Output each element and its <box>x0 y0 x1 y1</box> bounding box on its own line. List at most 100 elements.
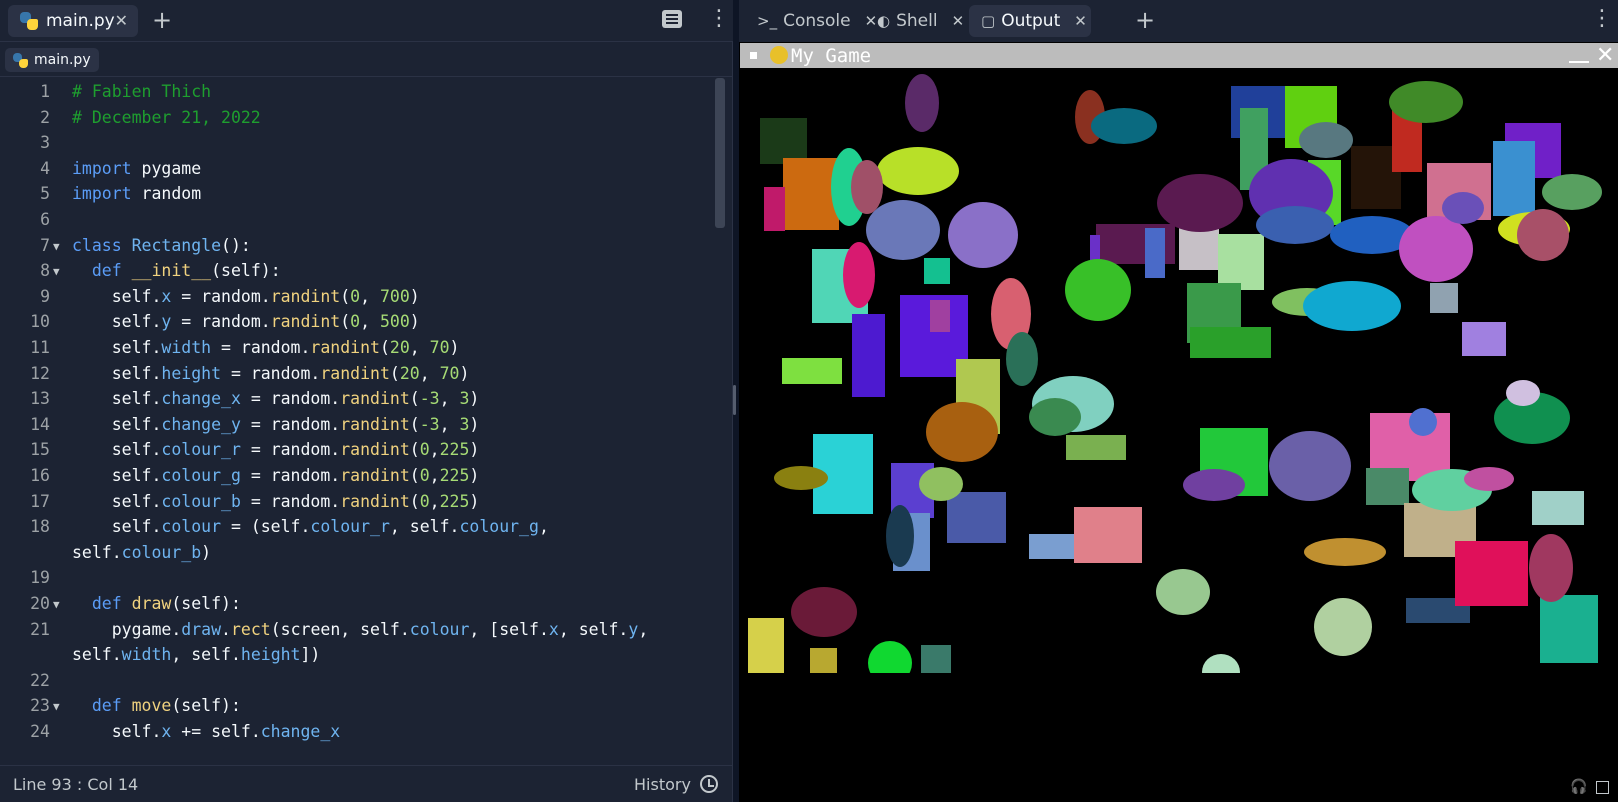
game-ellipse <box>1464 467 1514 491</box>
game-ellipse <box>926 402 998 462</box>
line-number: 3 <box>40 133 50 153</box>
code-line: self.change_x = random.randint(-3, 3) <box>72 389 480 409</box>
line-number: 12 <box>30 363 50 383</box>
breadcrumb-file[interactable]: main.py <box>5 48 99 72</box>
game-ellipse <box>1303 281 1401 331</box>
python-file-icon <box>20 12 38 30</box>
status-bar: Line 93 : Col 14 History <box>0 765 733 802</box>
game-rectangle <box>1430 283 1458 313</box>
tab-shell[interactable]: ◐ Shell ✕ <box>867 5 967 37</box>
line-number: 18 <box>30 517 50 537</box>
close-tab-icon[interactable]: ✕ <box>1074 12 1087 30</box>
game-ellipse <box>919 467 963 501</box>
code-line: self.colour_b) <box>72 542 212 562</box>
line-number: 4 <box>40 158 50 178</box>
code-line: self.colour_g = random.randint(0,225) <box>72 466 480 485</box>
code-line: self.colour_b = random.randint(0,225) <box>72 491 480 511</box>
pygame-icon <box>770 46 788 64</box>
game-ellipse <box>1529 534 1573 602</box>
fullscreen-icon[interactable] <box>1596 781 1609 794</box>
monitor-icon: ▢ <box>981 12 996 30</box>
game-ellipse <box>1156 569 1210 615</box>
game-ellipse <box>948 202 1018 268</box>
game-ellipse <box>1314 598 1372 656</box>
game-title: My Game <box>791 45 872 67</box>
game-rectangle <box>1366 468 1409 505</box>
line-number: 8 <box>40 261 50 281</box>
code-line: self.change_y = random.randint(-3, 3) <box>72 414 480 434</box>
game-ellipse <box>1006 332 1038 386</box>
game-ellipse <box>866 200 940 260</box>
code-line: self.height = random.randint(20, 70) <box>72 363 470 383</box>
game-window[interactable]: My Game ✕ <box>740 43 1618 695</box>
game-rectangle <box>921 645 951 675</box>
line-number: 10 <box>30 312 50 332</box>
line-number: 13 <box>30 389 50 409</box>
editor-scrollbar[interactable] <box>715 78 725 228</box>
game-rectangle <box>1462 322 1506 356</box>
game-rectangle <box>1066 435 1126 460</box>
line-number: 9 <box>40 286 50 306</box>
tab-label: Output <box>1001 11 1061 31</box>
game-ellipse <box>1442 192 1484 224</box>
canvas-bottom-edge <box>740 673 1618 695</box>
code-line: self.width = random.randint(20, 70) <box>72 338 460 357</box>
game-ellipse <box>1304 538 1386 566</box>
close-tab-icon[interactable]: ✕ <box>952 12 965 30</box>
fold-toggle-icon[interactable]: ▼ <box>53 240 60 253</box>
code-line: import pygame <box>72 158 202 178</box>
game-rectangle <box>1218 234 1264 290</box>
game-ellipse <box>1517 209 1569 261</box>
fold-toggle-icon[interactable]: ▼ <box>53 265 60 278</box>
tab-label: Shell <box>896 11 938 31</box>
line-number: 21 <box>30 619 50 639</box>
game-rectangle <box>852 314 885 397</box>
game-ellipse <box>1506 380 1540 406</box>
game-ellipse <box>1065 259 1131 321</box>
window-menu-icon[interactable] <box>750 52 757 59</box>
headset-icon[interactable]: 🎧 <box>1570 779 1587 795</box>
code-line: def move(self): <box>91 696 241 716</box>
game-rectangle <box>1179 228 1219 270</box>
close-window-icon[interactable]: ✕ <box>1596 43 1614 68</box>
file-settings-icon[interactable] <box>662 10 682 28</box>
game-ellipse <box>791 587 857 637</box>
game-ellipse <box>877 147 959 195</box>
editor-panel: main.py ✕ + ⋮ main.py 1 # Fabien Thich 2 # … <box>0 0 733 802</box>
line-number: 5 <box>40 184 50 204</box>
game-rectangle <box>810 648 837 674</box>
more-menu-icon[interactable]: ⋮ <box>1591 6 1613 31</box>
close-tab-icon[interactable]: ✕ <box>115 11 128 30</box>
game-ellipse <box>886 505 914 567</box>
line-number: 2 <box>40 107 50 127</box>
game-ellipse <box>843 242 875 308</box>
code-line: import random <box>72 184 202 204</box>
tab-output[interactable]: ▢ Output ✕ <box>969 5 1091 37</box>
fold-toggle-icon[interactable]: ▼ <box>53 598 60 611</box>
game-ellipse <box>1256 206 1334 244</box>
history-icon[interactable] <box>700 775 718 793</box>
minimize-icon[interactable] <box>1569 61 1589 63</box>
add-tab-icon[interactable]: + <box>1135 6 1155 34</box>
line-number: 17 <box>30 491 50 511</box>
game-ellipse <box>774 466 828 490</box>
code-line: # December 21, 2022 <box>72 107 261 127</box>
line-number: 19 <box>30 568 50 588</box>
history-button[interactable]: History <box>634 775 691 794</box>
game-rectangle <box>782 358 842 384</box>
more-menu-icon[interactable]: ⋮ <box>708 6 730 31</box>
code-editor[interactable]: 1 # Fabien Thich 2 # December 21, 2022 3 4 imp… <box>0 82 715 762</box>
code-line: self.colour_r = random.randint(0,225) <box>72 440 480 460</box>
game-ellipse <box>1157 174 1243 232</box>
fold-toggle-icon[interactable]: ▼ <box>53 700 60 713</box>
game-canvas[interactable] <box>740 68 1618 695</box>
tab-console[interactable]: >_ Console ✕ <box>747 5 877 37</box>
line-number: 24 <box>30 722 50 741</box>
code-line: self.x += self.change_x <box>72 722 341 741</box>
game-ellipse <box>1091 108 1157 144</box>
line-number: 23 <box>30 696 50 716</box>
add-tab-icon[interactable]: + <box>152 6 172 34</box>
code-line: self.y = random.randint(0, 500) <box>72 312 420 332</box>
tab-main-py[interactable]: main.py ✕ <box>8 5 138 37</box>
panel-resize-handle[interactable] <box>733 385 736 415</box>
